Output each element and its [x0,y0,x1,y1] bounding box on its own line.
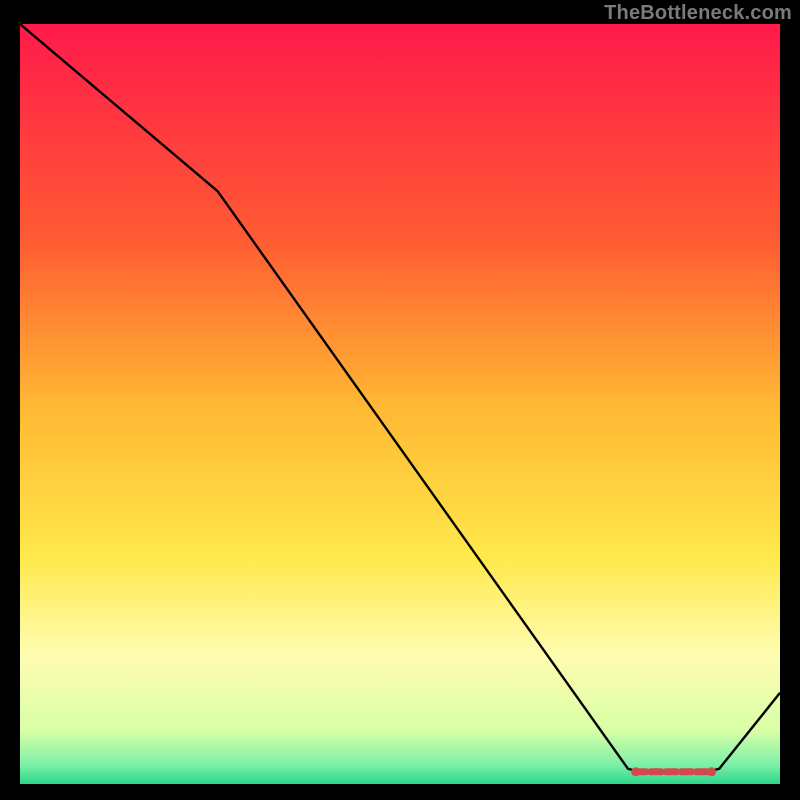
chart-svg [20,24,780,784]
plot-area [20,24,780,784]
watermark-text: TheBottleneck.com [604,2,792,25]
chart-frame: TheBottleneck.com [0,0,800,800]
optimal-marker [631,767,716,776]
gradient-background [20,24,780,784]
